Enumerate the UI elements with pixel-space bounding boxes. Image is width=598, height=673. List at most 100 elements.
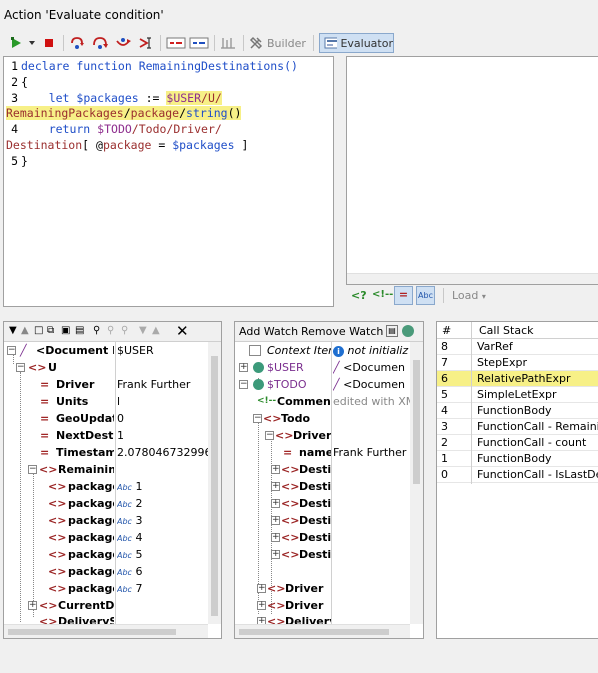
- col-header-call-stack[interactable]: Call Stack: [479, 324, 533, 337]
- stack-row-5[interactable]: 5 SimpleLetExpr: [437, 387, 598, 403]
- stack-row-0[interactable]: 0 FunctionCall - IsLastDes: [437, 467, 598, 483]
- run-icon[interactable]: [8, 34, 26, 52]
- watch-vscroll[interactable]: [410, 342, 423, 624]
- watch-row-destin-1[interactable]: +<>Destin: [269, 461, 331, 478]
- show-xml-icon[interactable]: <?: [351, 289, 367, 302]
- watch-hscroll[interactable]: [235, 624, 410, 638]
- xml-row-u[interactable]: − <> U: [12, 359, 114, 376]
- stack-row-7[interactable]: 7 StepExpr: [437, 355, 598, 371]
- watch-row-destin-6[interactable]: +<>Destin: [269, 546, 331, 563]
- step-cursor-icon[interactable]: [137, 34, 155, 52]
- xml-row-remaining[interactable]: − <> Remaining: [24, 461, 114, 478]
- xml-value-package-5: Abc 5: [117, 548, 143, 561]
- stack-row-3[interactable]: 3 FunctionCall - Remainin: [437, 419, 598, 435]
- remove-watch-button[interactable]: Remove Watch: [301, 325, 383, 338]
- paste-icon[interactable]: ▣: [61, 325, 70, 336]
- show-comment-icon[interactable]: <!--: [372, 289, 393, 300]
- watch-row-destin-5[interactable]: +<>Destin: [269, 529, 331, 546]
- code-line-1: 1 declare function RemainingDestinations(…: [11, 59, 298, 73]
- xml-tree-toolbar: ▼ ▲ □ ⧉ ▣ ▤ ⚲ ⚲ ⚲ ▼ ▲ ✕: [4, 322, 221, 342]
- xml-row-timestamp[interactable]: = Timestamp: [34, 444, 114, 461]
- show-attributes-icon[interactable]: =: [394, 286, 413, 305]
- stack-row-6[interactable]: 6 RelativePathExpr: [437, 371, 598, 387]
- expand-icon[interactable]: ▲: [21, 325, 29, 336]
- watch-row-destin-3[interactable]: +<>Destin: [269, 495, 331, 512]
- xml-tree-panel: ▼ ▲ □ ⧉ ▣ ▤ ⚲ ⚲ ⚲ ▼ ▲ ✕ − ╱ <Document Ro…: [3, 321, 222, 639]
- xml-hscroll[interactable]: [4, 624, 208, 638]
- grid-view-icon[interactable]: ▤: [386, 325, 398, 337]
- code-line-4: 4 return $TODO/Todo/Driver/: [11, 122, 222, 136]
- watch-status-icon[interactable]: [402, 325, 414, 337]
- watch-row-user[interactable]: + $USER: [237, 359, 331, 376]
- builder-icon: [249, 36, 263, 50]
- watch-row-todo-elem[interactable]: − <> Todo: [251, 410, 331, 427]
- find-prev-icon[interactable]: ⚲: [121, 325, 128, 336]
- watch-row-context-item[interactable]: Context Item: [237, 342, 331, 359]
- xml-value-driver: Frank Further: [117, 378, 191, 391]
- builder-button[interactable]: Builder: [248, 34, 308, 52]
- xml-row-package-4[interactable]: <>package: [40, 529, 114, 546]
- xml-value-units: l: [117, 395, 121, 408]
- clear-icon[interactable]: [219, 34, 237, 52]
- xml-row-deliverysu[interactable]: <> DeliverySu: [24, 613, 114, 624]
- copy-icon[interactable]: ⧉: [47, 325, 54, 336]
- xml-row-currentdel[interactable]: + <> CurrentDel: [24, 597, 114, 614]
- move-up-icon[interactable]: □: [34, 325, 43, 336]
- xml-value-package-4: Abc 4: [117, 531, 143, 544]
- close-icon[interactable]: ✕: [176, 322, 189, 340]
- load-button[interactable]: Load ▾: [452, 289, 486, 302]
- step-over-icon[interactable]: [91, 34, 109, 52]
- clipboard-icon[interactable]: ▤: [75, 325, 84, 336]
- step-into-icon[interactable]: [69, 34, 87, 52]
- watch-row-comment[interactable]: <!-- Comment: [255, 393, 331, 410]
- xml-row-driver[interactable]: = Driver: [34, 376, 114, 393]
- watch-toolbar: Add Watch Remove Watch ▤: [235, 322, 423, 342]
- code-line-4-cont: Destination[ @package = $packages ]: [6, 138, 249, 152]
- evaluator-icon: [324, 37, 338, 49]
- result-pane: [346, 56, 598, 285]
- watch-value-todo: ╱ <Documen: [333, 378, 406, 391]
- stack-row-2[interactable]: 2 FunctionCall - count: [437, 435, 598, 451]
- breakpoint-icon[interactable]: [166, 34, 186, 52]
- xml-value-package-3: Abc 3: [117, 514, 143, 527]
- watch-value-context-item: i not initializ: [333, 342, 413, 359]
- status-bar: [0, 642, 598, 673]
- xml-row-document[interactable]: − ╱ <Document Ro: [6, 342, 114, 359]
- watch-row-name[interactable]: = name: [275, 444, 331, 461]
- arrow-down-icon[interactable]: ▼: [139, 325, 147, 336]
- search-icon[interactable]: ⚲: [93, 325, 100, 336]
- xml-row-package-1[interactable]: <>package: [40, 478, 114, 495]
- stop-icon[interactable]: [40, 34, 58, 52]
- watch-row-destin-4[interactable]: +<>Destin: [269, 512, 331, 529]
- watch-row-driver-3[interactable]: + <> Driver: [255, 597, 331, 614]
- xml-row-package-7[interactable]: <>package: [40, 580, 114, 597]
- stack-row-8[interactable]: 8 VarRef: [437, 339, 598, 355]
- find-next-icon[interactable]: ⚲: [107, 325, 114, 336]
- collapse-icon[interactable]: ▼: [9, 325, 17, 336]
- xml-row-package-5[interactable]: <>package: [40, 546, 114, 563]
- watch-row-driver-2[interactable]: + <> Driver: [255, 580, 331, 597]
- xml-vscroll[interactable]: [208, 342, 221, 624]
- evaluator-button[interactable]: Evaluator: [319, 33, 394, 53]
- col-header-num[interactable]: #: [442, 324, 451, 337]
- show-text-icon[interactable]: Abc: [416, 286, 435, 305]
- watch-panel: Add Watch Remove Watch ▤ Context Item i …: [234, 321, 424, 639]
- xml-row-units[interactable]: = Units: [34, 393, 114, 410]
- xpath-editor[interactable]: 1 declare function RemainingDestinations(…: [3, 56, 334, 307]
- xml-row-package-3[interactable]: <>package: [40, 512, 114, 529]
- toggle-breakpoint-icon[interactable]: [189, 34, 209, 52]
- step-out-icon[interactable]: [114, 34, 132, 52]
- xml-row-package-2[interactable]: <>package: [40, 495, 114, 512]
- xml-row-package-6[interactable]: <>package: [40, 563, 114, 580]
- dropdown-arrow-icon[interactable]: [27, 34, 37, 52]
- xml-row-geoupdate[interactable]: = GeoUpdate: [34, 410, 114, 427]
- watch-row-destin-2[interactable]: +<>Destin: [269, 478, 331, 495]
- arrow-up-icon[interactable]: ▲: [152, 325, 160, 336]
- add-watch-button[interactable]: Add Watch: [239, 325, 298, 338]
- watch-row-todo[interactable]: − $TODO: [237, 376, 331, 393]
- xml-row-nextdestin[interactable]: = NextDestin: [34, 427, 114, 444]
- stack-row-1[interactable]: 1 FunctionBody: [437, 451, 598, 467]
- watch-row-driver-1[interactable]: − <> Driver: [259, 427, 331, 444]
- watch-row-delivery[interactable]: +<>Delivery: [255, 613, 331, 624]
- stack-row-4[interactable]: 4 FunctionBody: [437, 403, 598, 419]
